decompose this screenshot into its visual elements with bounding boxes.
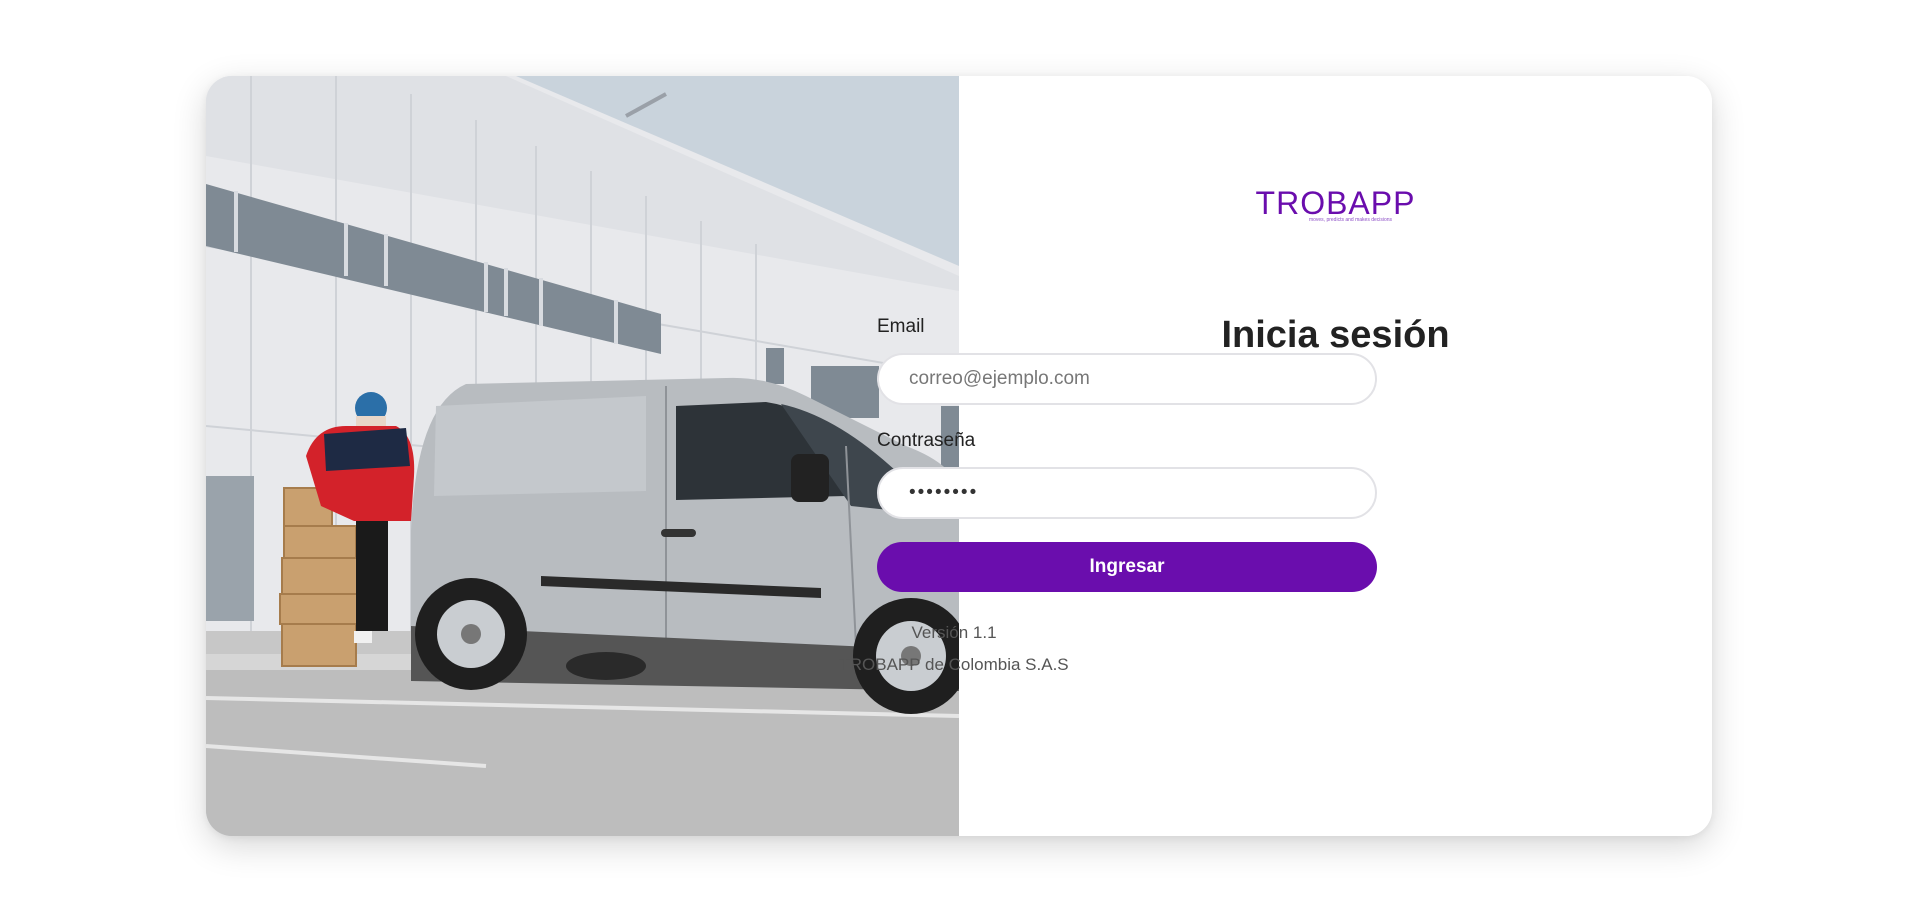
email-label: Email — [877, 316, 925, 337]
login-card: TROBAPP moves, predicts and makes decisi… — [206, 76, 1712, 836]
version-text: Versión 1.1 — [911, 623, 997, 642]
login-panel: TROBAPP moves, predicts and makes decisi… — [959, 76, 1712, 836]
password-field[interactable] — [877, 467, 1377, 519]
delivery-photo — [206, 76, 959, 836]
password-label: Contraseña — [877, 430, 976, 451]
page-title: Inicia sesión — [1221, 314, 1450, 356]
logo-wordmark: TROBAPP — [1255, 185, 1416, 221]
trobapp-logo: TROBAPP moves, predicts and makes decisi… — [959, 186, 1712, 223]
logo-tagline: moves, predicts and makes decisions — [1308, 217, 1393, 223]
email-field[interactable] — [877, 353, 1377, 405]
login-button[interactable]: Ingresar — [877, 542, 1377, 592]
company-text: TROBAPP de Colombia S.A.S — [839, 655, 1069, 674]
